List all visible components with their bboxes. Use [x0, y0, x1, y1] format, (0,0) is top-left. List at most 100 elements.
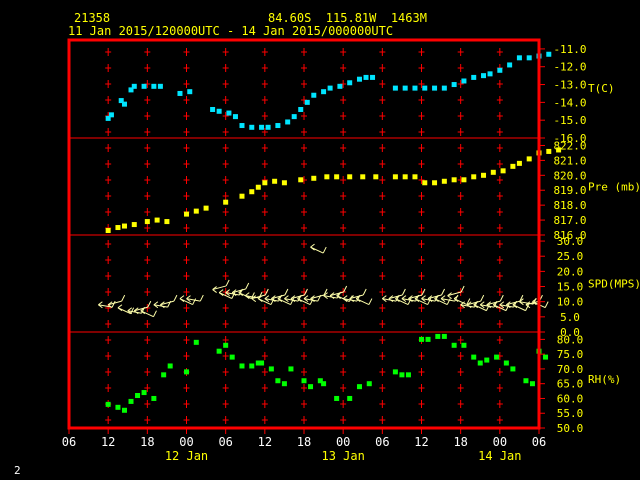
data-point [471, 74, 477, 80]
x-tick-label: 12 [258, 435, 272, 449]
y-tick-label: 5.0 [560, 311, 580, 324]
wind-barb-feather [121, 294, 126, 302]
data-point [304, 99, 310, 105]
data-point [510, 163, 516, 169]
data-point [419, 336, 424, 342]
data-point [115, 404, 121, 410]
data-point [334, 395, 340, 401]
data-point [481, 172, 487, 178]
data-point [477, 360, 483, 366]
data-point [494, 354, 500, 360]
data-point [451, 342, 457, 348]
data-point [556, 147, 562, 153]
data-point [249, 124, 255, 130]
data-point [516, 55, 522, 61]
x-tick-label: 12 [101, 435, 115, 449]
wind-barb-feather [401, 288, 406, 296]
data-point [347, 395, 353, 401]
data-point [471, 354, 477, 360]
data-point [216, 348, 222, 354]
data-point [249, 363, 255, 369]
data-point [373, 174, 379, 180]
wind-barb-feather [362, 288, 367, 296]
data-point [131, 83, 137, 89]
x-tick-label: 00 [336, 435, 350, 449]
wind-barb-feather [544, 301, 549, 308]
data-point [121, 101, 127, 107]
data-point [121, 407, 127, 413]
data-point [272, 178, 278, 184]
x-tick-label: 00 [179, 435, 193, 449]
wind-barb-head [264, 295, 270, 300]
wind-barb-head [310, 243, 315, 248]
wind-barb-head [499, 301, 505, 306]
data-point [184, 369, 189, 375]
data-point [441, 333, 447, 339]
data-point [451, 82, 457, 88]
data-point [510, 366, 516, 372]
y-tick-label: -14.0 [553, 96, 586, 109]
data-point [546, 148, 552, 154]
data-point [108, 112, 114, 118]
data-point [337, 83, 343, 89]
y-tick-label: -11.0 [553, 43, 586, 56]
data-point [281, 381, 287, 387]
y-tick-label: 50.0 [557, 422, 584, 435]
data-point [356, 384, 362, 390]
data-point [441, 178, 447, 184]
wind-barb-head [303, 295, 309, 300]
wind-barb-feather [441, 288, 445, 296]
data-point [356, 76, 362, 82]
panel-label: Pre (mb) [588, 181, 640, 194]
wind-barb-feather [245, 282, 250, 290]
wind-barb-feather [480, 294, 485, 302]
x-tick-label: 06 [62, 435, 76, 449]
data-point [392, 85, 398, 91]
data-point [259, 360, 265, 366]
wind-barb-head [447, 295, 452, 300]
data-point [500, 168, 506, 174]
data-point [347, 80, 353, 86]
data-point [461, 78, 467, 84]
wind-barb-head [117, 304, 123, 309]
y-tick-label: -12.0 [553, 61, 586, 74]
data-point [321, 89, 327, 95]
y-tick-label: 65.0 [557, 378, 584, 391]
data-point [275, 378, 281, 384]
data-point [151, 83, 157, 89]
data-point [164, 219, 170, 225]
data-point [435, 333, 441, 339]
data-point [144, 219, 150, 225]
wind-barb-feather [460, 285, 465, 293]
data-point [216, 108, 222, 114]
data-point [128, 398, 134, 404]
data-point [503, 360, 509, 366]
data-point [259, 124, 265, 130]
wind-barb-head [401, 295, 407, 300]
wind-barb-feather [199, 294, 204, 302]
data-point [262, 180, 268, 186]
data-point [121, 223, 127, 229]
panel-label: T(C) [588, 82, 615, 95]
data-point [311, 92, 317, 98]
data-point [229, 354, 235, 360]
y-tick-label: 80.0 [557, 333, 584, 346]
data-point [412, 174, 418, 180]
data-point [360, 174, 366, 180]
data-point [239, 363, 245, 369]
wind-barb-feather [147, 300, 152, 308]
x-tick-label: 06 [532, 435, 546, 449]
data-point [157, 83, 163, 89]
data-point [529, 381, 535, 387]
data-point [154, 217, 160, 223]
y-tick-label: 817.0 [553, 214, 586, 227]
data-point [298, 106, 304, 112]
data-point [432, 180, 438, 186]
y-tick-label: 25.0 [557, 250, 584, 263]
data-point [239, 193, 245, 199]
wind-barb-feather [499, 294, 504, 302]
y-tick-label: 30.0 [557, 235, 584, 248]
data-point [507, 62, 513, 68]
x-date-label: 14 Jan [478, 449, 521, 463]
data-point [523, 378, 529, 384]
